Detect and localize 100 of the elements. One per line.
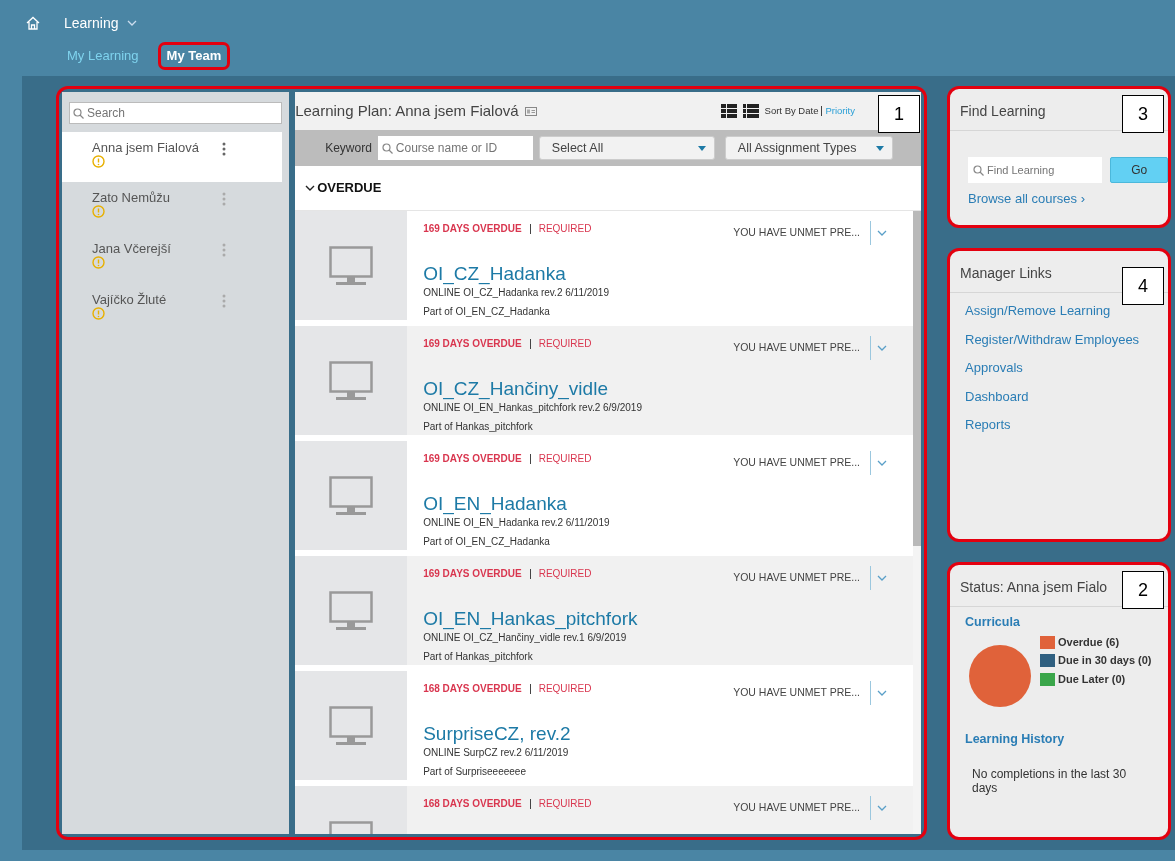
expand-icon xyxy=(877,574,887,582)
contact-card-icon xyxy=(524,106,537,116)
course-title[interactable]: OI_EN_Hankas_pitchfork xyxy=(423,608,903,630)
legend-label: Overdue (6) xyxy=(1058,634,1120,650)
course-details: ONLINE OI_CZ_Hadanka rev.2 6/11/2019 xyxy=(423,286,610,300)
required-label: REQUIRED xyxy=(538,338,592,349)
section-link[interactable]: Curricula xyxy=(950,607,1168,632)
tab[interactable]: My Learning xyxy=(58,42,148,70)
required-label: REQUIRED xyxy=(538,223,592,234)
member-name: Vajíčko Žluté xyxy=(92,292,167,307)
required-label: REQUIRED xyxy=(538,683,592,694)
course-title[interactable]: OI_EN_Hadanka xyxy=(423,493,903,515)
expand-icon xyxy=(877,804,887,812)
required-label: REQUIRED xyxy=(538,568,592,579)
sort-link[interactable]: Priority xyxy=(825,103,855,119)
required-label: REQUIRED xyxy=(538,798,592,809)
course-parent: Part of OI_EN_CZ_Hadanka xyxy=(423,535,551,549)
course-title[interactable]: SurpriseCZ, rev.2 xyxy=(423,723,903,745)
course-title[interactable]: OI_CZ_Hadanka xyxy=(423,263,903,285)
overdue-label: 168 DAYS OVERDUE xyxy=(423,683,522,694)
more-icon xyxy=(222,243,227,257)
manager-link[interactable]: Dashboard xyxy=(965,386,1156,406)
overdue-label: 169 DAYS OVERDUE xyxy=(423,453,522,464)
callout-label: 3 xyxy=(1122,95,1164,133)
dropdown-icon xyxy=(875,145,884,151)
course-details: ONLINE OI_EN_Hankas_pitchfork rev.2 6/9/2019 xyxy=(423,401,643,415)
plan-title: Learning Plan: Anna jsem Fialová xyxy=(295,100,519,121)
course-details: ONLINE OI_CZ_Hančiny_vidle rev.1 6/9/2019 xyxy=(423,631,628,645)
find-learning-field[interactable]: Find Learning xyxy=(968,157,1103,183)
detail-view-icon xyxy=(742,104,759,118)
prerequisite-note: YOU HAVE UNMET PRE... xyxy=(733,800,860,816)
course-parent: Part of Hankas_pitchfork xyxy=(423,650,534,664)
search-icon xyxy=(381,142,393,154)
member-name: Anna jsem Fialová xyxy=(92,140,199,155)
legend-label: Due Later (0) xyxy=(1058,671,1126,687)
keyword-label: Keyword xyxy=(325,140,372,157)
callout-label: 1 xyxy=(878,95,920,133)
warning-icon xyxy=(92,155,105,168)
legend-label: Due in 30 days (0) xyxy=(1058,653,1152,669)
monitor-icon xyxy=(329,245,374,286)
team-member-item[interactable]: Anna jsem Fialová xyxy=(62,132,283,182)
course-parent: Part of Surpriseeeeeee xyxy=(423,765,527,779)
warning-icon xyxy=(92,205,105,218)
history-text: No completions in the last 30 days xyxy=(971,765,1128,795)
chevron-down-icon xyxy=(126,19,137,27)
monitor-icon xyxy=(329,475,374,516)
expand-icon xyxy=(877,229,887,237)
expand-icon xyxy=(877,459,887,467)
team-member-item[interactable]: Vajíčko Žluté xyxy=(62,284,283,335)
manager-link[interactable]: Approvals xyxy=(965,358,1156,378)
callout-label: 4 xyxy=(1122,267,1164,305)
more-icon xyxy=(222,142,227,156)
keyword-field[interactable]: Course name or ID xyxy=(377,136,533,160)
list-view-icon xyxy=(720,104,737,118)
prerequisite-note: YOU HAVE UNMET PRE... xyxy=(733,570,860,586)
scrollbar-thumb[interactable] xyxy=(913,211,921,546)
tab[interactable]: My Team xyxy=(157,42,231,70)
more-icon xyxy=(222,192,227,206)
monitor-icon xyxy=(329,590,374,631)
warning-icon xyxy=(92,256,105,269)
overdue-label: 168 DAYS OVERDUE xyxy=(423,798,522,809)
monitor-icon xyxy=(329,360,374,401)
browse-link[interactable]: Browse all courses › xyxy=(950,183,1168,209)
sort-label: Sort By Date xyxy=(764,103,819,118)
search-icon xyxy=(73,107,84,119)
assignment-type-dropdown[interactable]: All Assignment Types xyxy=(724,136,893,160)
expand-icon xyxy=(877,689,887,697)
required-label: REQUIRED xyxy=(538,453,592,464)
overdue-label: 169 DAYS OVERDUE xyxy=(423,338,522,349)
search-icon xyxy=(973,164,984,176)
callout-label: 2 xyxy=(1122,571,1164,609)
monitor-icon xyxy=(329,705,374,746)
course-title[interactable]: OI_CZ_Hančiny_vidle xyxy=(423,378,903,400)
course-parent: Part of OI_EN_CZ_Hadanka xyxy=(423,305,551,319)
course-parent: Part of Hankas_pitchfork xyxy=(423,420,534,434)
pie-slice xyxy=(969,644,1031,707)
team-member-item[interactable]: Jana Včerejší xyxy=(62,233,283,284)
section-heading: OVERDUE xyxy=(317,179,382,198)
manager-link[interactable]: Register/Withdraw Employees xyxy=(965,329,1156,349)
prerequisite-note: YOU HAVE UNMET PRE... xyxy=(733,455,860,471)
section-link[interactable]: Learning History xyxy=(950,707,1168,749)
prerequisite-note: YOU HAVE UNMET PRE... xyxy=(733,225,860,241)
prerequisite-note: YOU HAVE UNMET PRE... xyxy=(733,340,860,356)
dropdown-icon xyxy=(697,145,706,151)
warning-icon xyxy=(92,307,105,320)
course-details: ONLINE OI_EN_Hadanka rev.2 6/11/2019 xyxy=(423,516,611,530)
member-name: Jana Včerejší xyxy=(92,241,171,256)
overdue-label: 169 DAYS OVERDUE xyxy=(423,223,522,234)
app-menu[interactable]: Learning xyxy=(64,12,137,34)
search-field[interactable]: Search xyxy=(69,102,283,124)
home-icon xyxy=(26,16,40,30)
go-button[interactable]: Go xyxy=(1110,157,1168,183)
course-details: ONLINE SurpCZ rev.2 6/11/2019 xyxy=(423,746,570,760)
select-dropdown[interactable]: Select All xyxy=(538,136,715,160)
team-member-item[interactable]: Zato Nemůžu xyxy=(62,182,283,233)
prerequisite-note: YOU HAVE UNMET PRE... xyxy=(733,685,860,701)
manager-link[interactable]: Reports xyxy=(965,415,1156,435)
more-icon xyxy=(222,294,227,308)
overdue-label: 169 DAYS OVERDUE xyxy=(423,568,522,579)
expand-icon xyxy=(877,344,887,352)
